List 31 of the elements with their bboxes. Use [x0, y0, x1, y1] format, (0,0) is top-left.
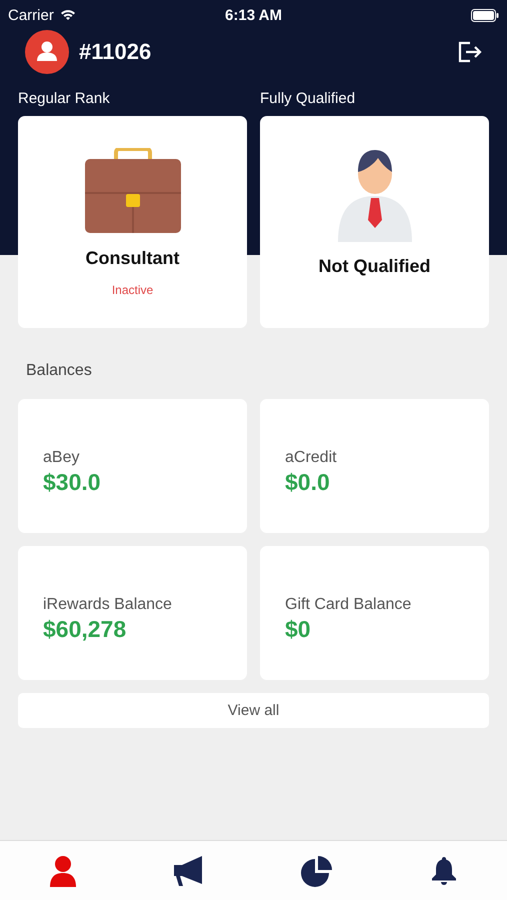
clock-time: 6:13 AM: [225, 6, 282, 24]
wifi-icon: [60, 9, 76, 21]
balance-amount: $0.0: [285, 468, 331, 496]
balance-label: aCredit: [285, 448, 338, 466]
bell-icon[interactable]: [430, 856, 457, 886]
section-heading: Balances: [26, 362, 93, 380]
rank-status: Inactive: [112, 283, 154, 297]
balance-amount: $0: [285, 616, 312, 642]
balance-amount: $60,278: [43, 616, 128, 642]
view-all-button[interactable]: View all: [18, 693, 489, 728]
rank-label: Fully Qualified: [260, 90, 356, 107]
profile-icon[interactable]: [50, 854, 76, 886]
balance-label: iRewards Balance: [43, 596, 173, 614]
pie-chart-icon[interactable]: [300, 854, 333, 886]
rank-title: Consultant: [86, 248, 180, 269]
member-id: #11026: [79, 39, 152, 65]
balance-card[interactable]: aCredit $0.0: [260, 399, 489, 533]
logout-icon[interactable]: [458, 41, 482, 63]
rank-title: Not Qualified: [318, 256, 430, 277]
briefcase-icon: [84, 148, 182, 234]
balance-label: aBey: [43, 448, 80, 466]
person-icon: [336, 148, 414, 242]
balance-amount: $30.0: [43, 468, 102, 496]
balance-card[interactable]: Gift Card Balance $0: [260, 546, 489, 680]
balance-card[interactable]: aBey $30.0: [18, 399, 247, 533]
battery-icon: [471, 8, 499, 22]
balance-label: Gift Card Balance: [285, 596, 412, 614]
avatar-icon[interactable]: [25, 30, 69, 74]
balance-card[interactable]: iRewards Balance $60,278: [18, 546, 247, 680]
rank-label: Regular Rank: [18, 90, 111, 107]
carrier-name: Carrier: [8, 6, 54, 24]
